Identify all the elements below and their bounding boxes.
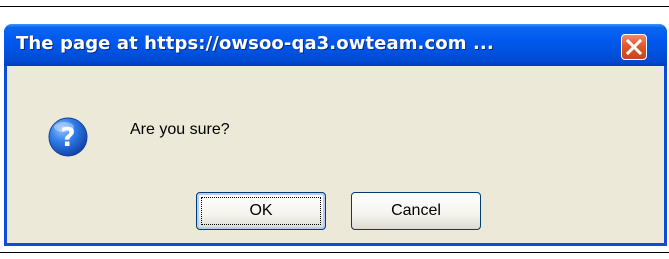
window-title: The page at https://owsoo-qa3.owteam.com…	[16, 33, 494, 54]
close-button[interactable]	[621, 34, 647, 60]
cancel-label: Cancel	[391, 202, 441, 219]
svg-text:?: ?	[60, 123, 75, 153]
close-x-icon	[626, 39, 642, 55]
confirm-message: Are you sure?	[130, 121, 230, 138]
ok-button[interactable]: OK	[196, 192, 326, 230]
title-bar[interactable]: The page at https://owsoo-qa3.owteam.com…	[4, 24, 667, 66]
confirm-dialog: The page at https://owsoo-qa3.owteam.com…	[4, 24, 667, 246]
top-divider	[0, 6, 669, 7]
cancel-button[interactable]: Cancel	[351, 192, 481, 230]
question-icon: ?	[48, 117, 88, 157]
bottom-divider	[0, 252, 669, 253]
dialog-body: ? Are you sure? OK Cancel	[7, 66, 664, 243]
focus-rectangle	[201, 197, 321, 225]
